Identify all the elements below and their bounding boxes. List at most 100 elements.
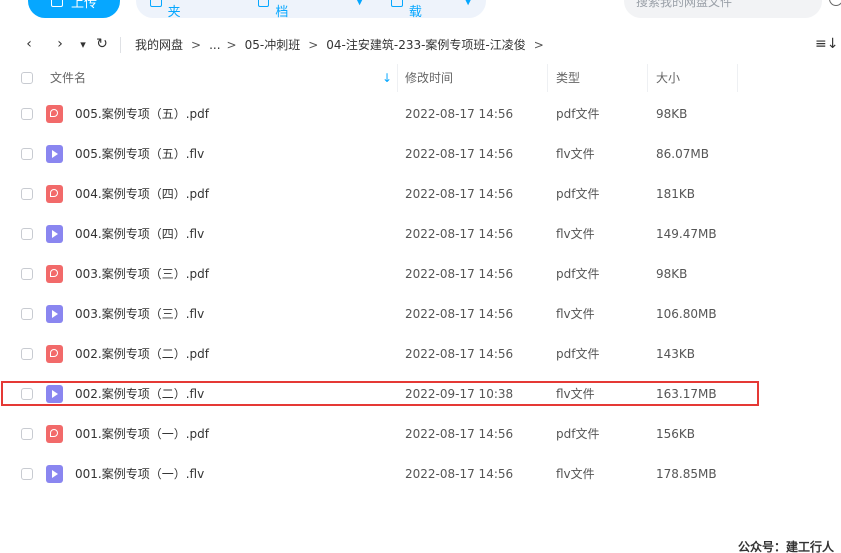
file-type: flv文件 [556, 467, 595, 481]
row-checkbox[interactable] [21, 468, 33, 480]
row-checkbox[interactable] [21, 428, 33, 440]
toolbar: 上传 新建文件夹 新建在线文档 ▼ 离线下载 ▼ 搜索我的网盘文件 [0, 0, 841, 20]
file-size: 86.07MB [656, 147, 709, 161]
file-type: pdf文件 [556, 187, 600, 201]
file-name[interactable]: 005.案例专项（五）.flv [75, 134, 204, 174]
breadcrumb-item-current[interactable]: 04-注安建筑-233-案例专项班-江凌俊 [326, 36, 526, 53]
sort-desc-icon[interactable]: ↓ [382, 71, 392, 85]
table-header: 文件名 ↓ 修改时间 类型 大小 [0, 62, 841, 94]
pdf-file-icon [46, 105, 63, 123]
file-type: pdf文件 [556, 267, 600, 281]
new-folder-label: 新建文件夹 [167, 0, 220, 20]
pdf-file-icon [46, 425, 63, 443]
breadcrumb-item[interactable]: ... [209, 38, 220, 52]
file-size: 163.17MB [656, 387, 717, 401]
watermark-text: 公众号：建工行人 [738, 540, 835, 553]
file-size: 178.85MB [656, 467, 717, 481]
file-type: flv文件 [556, 307, 595, 321]
file-type: pdf文件 [556, 107, 600, 121]
row-checkbox[interactable] [21, 108, 33, 120]
file-type: flv文件 [556, 227, 595, 241]
file-size: 181KB [656, 187, 696, 201]
file-name[interactable]: 001.案例专项（一）.flv [75, 454, 204, 494]
file-name[interactable]: 003.案例专项（三）.flv [75, 294, 204, 334]
file-modified: 2022-08-17 14:56 [405, 467, 514, 481]
video-file-icon [46, 305, 63, 323]
refresh-icon[interactable]: ↻ [93, 35, 111, 53]
column-header-type[interactable]: 类型 [556, 62, 580, 94]
doc-plus-icon [257, 0, 270, 7]
file-size: 149.47MB [656, 227, 717, 241]
offline-download-button[interactable]: 离线下载 ▼ [377, 0, 486, 20]
file-name[interactable]: 001.案例专项（一）.pdf [75, 414, 209, 454]
file-modified: 2022-08-17 14:56 [405, 147, 514, 161]
breadcrumb: 我的网盘 > ... > 05-冲刺班 > 04-注安建筑-233-案例专项班-… [135, 36, 552, 53]
caret-down-icon: ▼ [464, 0, 472, 7]
search-input[interactable]: 搜索我的网盘文件 [624, 0, 822, 18]
row-checkbox[interactable] [21, 268, 33, 280]
breadcrumb-separator: > [533, 37, 544, 52]
upload-icon [50, 0, 63, 7]
table-row[interactable]: 002.案例专项（二）.pdf 2022-08-17 14:56 pdf文件 1… [0, 334, 841, 374]
pdf-file-icon [46, 265, 63, 283]
file-type: pdf文件 [556, 347, 600, 361]
breadcrumb-item[interactable]: 05-冲刺班 [245, 36, 301, 53]
row-checkbox[interactable] [21, 228, 33, 240]
history-dropdown-icon[interactable]: ▾ [74, 35, 92, 53]
row-checkbox[interactable] [21, 388, 33, 400]
file-name[interactable]: 003.案例专项（三）.pdf [75, 254, 209, 294]
file-modified: 2022-08-17 14:56 [405, 187, 514, 201]
column-header-size[interactable]: 大小 [656, 62, 680, 94]
table-row[interactable]: 003.案例专项（三）.pdf 2022-08-17 14:56 pdf文件 9… [0, 254, 841, 294]
row-checkbox[interactable] [21, 188, 33, 200]
file-type: pdf文件 [556, 427, 600, 441]
folder-plus-icon [150, 0, 162, 7]
video-file-icon [46, 225, 63, 243]
file-type: flv文件 [556, 147, 595, 161]
table-row[interactable]: 005.案例专项（五）.flv 2022-08-17 14:56 flv文件 8… [0, 134, 841, 174]
table-row[interactable]: 003.案例专项（三）.flv 2022-08-17 14:56 flv文件 1… [0, 294, 841, 334]
file-name[interactable]: 002.案例专项（二）.pdf [75, 334, 209, 374]
sort-order-icon[interactable]: ≡↓ [815, 36, 838, 52]
select-all-checkbox[interactable] [21, 72, 33, 84]
column-divider [397, 64, 398, 92]
file-name[interactable]: 005.案例专项（五）.pdf [75, 94, 209, 134]
back-icon[interactable]: ‹ [20, 35, 38, 53]
file-modified: 2022-08-17 14:56 [405, 307, 514, 321]
table-row[interactable]: 001.案例专项（一）.flv 2022-08-17 14:56 flv文件 1… [0, 454, 841, 494]
pathbar-divider [120, 37, 121, 53]
table-row[interactable]: 005.案例专项（五）.pdf 2022-08-17 14:56 pdf文件 9… [0, 94, 841, 134]
file-size: 143KB [656, 347, 696, 361]
file-name[interactable]: 004.案例专项（四）.pdf [75, 174, 209, 214]
breadcrumb-separator: > [226, 37, 237, 52]
path-bar: ‹ › ▾ ↻ 我的网盘 > ... > 05-冲刺班 > 04-注安建筑-23… [0, 28, 841, 62]
table-row[interactable]: 004.案例专项（四）.flv 2022-08-17 14:56 flv文件 1… [0, 214, 841, 254]
file-size: 98KB [656, 107, 688, 121]
file-modified: 2022-09-17 10:38 [405, 387, 514, 401]
table-row-highlighted[interactable]: 002.案例专项（二）.flv 2022-09-17 10:38 flv文件 1… [0, 374, 841, 414]
file-modified: 2022-08-17 14:56 [405, 227, 514, 241]
column-header-modified[interactable]: 修改时间 [405, 62, 453, 94]
file-name[interactable]: 004.案例专项（四）.flv [75, 214, 204, 254]
download-icon [391, 0, 403, 7]
file-modified: 2022-08-17 14:56 [405, 347, 514, 361]
file-modified: 2022-08-17 14:56 [405, 427, 514, 441]
upload-button[interactable]: 上传 [28, 0, 120, 18]
table-row[interactable]: 004.案例专项（四）.pdf 2022-08-17 14:56 pdf文件 1… [0, 174, 841, 214]
column-divider [737, 64, 738, 92]
breadcrumb-item[interactable]: 我的网盘 [135, 36, 183, 53]
table-row[interactable]: 001.案例专项（一）.pdf 2022-08-17 14:56 pdf文件 1… [0, 414, 841, 454]
file-name[interactable]: 002.案例专项（二）.flv [75, 374, 204, 414]
row-checkbox[interactable] [21, 348, 33, 360]
file-size: 156KB [656, 427, 696, 441]
breadcrumb-separator: > [191, 37, 202, 52]
offline-download-label: 离线下载 [408, 0, 448, 20]
new-online-doc-button[interactable]: 新建在线文档 ▼ [244, 0, 378, 20]
search-icon[interactable] [829, 0, 841, 6]
forward-icon[interactable]: › [51, 35, 69, 53]
video-file-icon [46, 465, 63, 483]
column-header-name[interactable]: 文件名 [50, 62, 86, 94]
row-checkbox[interactable] [21, 308, 33, 320]
new-folder-button[interactable]: 新建文件夹 [136, 0, 244, 20]
row-checkbox[interactable] [21, 148, 33, 160]
